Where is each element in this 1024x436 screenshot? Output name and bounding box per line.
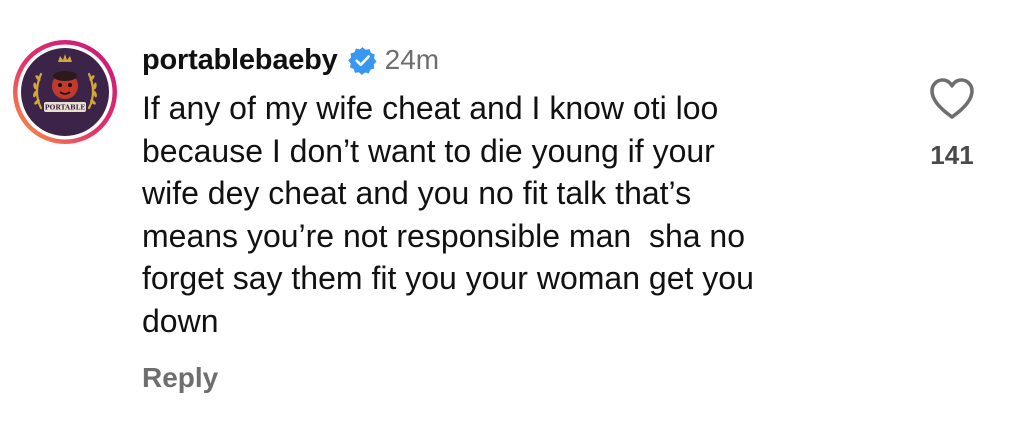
heart-icon [930, 78, 974, 119]
verified-badge-icon [347, 46, 377, 75]
comment-text: If any of my wife cheat and I know oti l… [142, 87, 902, 342]
avatar-logo-text: PORTABLE [45, 104, 85, 112]
username[interactable]: portablebaeby [142, 44, 338, 77]
comment-text-line: forget say them fit you your woman get y… [142, 260, 754, 296]
comment-text-line: because I don’t want to die young if you… [142, 132, 715, 169]
like-button[interactable] [928, 76, 976, 120]
avatar-image: PORTABLE [13, 40, 117, 144]
comment-text-line: If any of my wife cheat and I know oti l… [142, 90, 719, 126]
comment-text-line: means you’re not responsible man sha no [142, 217, 746, 254]
reply-button[interactable]: Reply [142, 362, 218, 394]
comment-text-line: wife dey cheat and you no fit talk that’… [142, 175, 692, 211]
comment-timestamp: 24m [384, 44, 440, 75]
comment-text-line: down [142, 302, 219, 339]
like-count: 141 [930, 140, 974, 170]
comment-header: portablebaeby 24m [142, 40, 439, 80]
avatar[interactable]: PORTABLE [11, 38, 119, 146]
